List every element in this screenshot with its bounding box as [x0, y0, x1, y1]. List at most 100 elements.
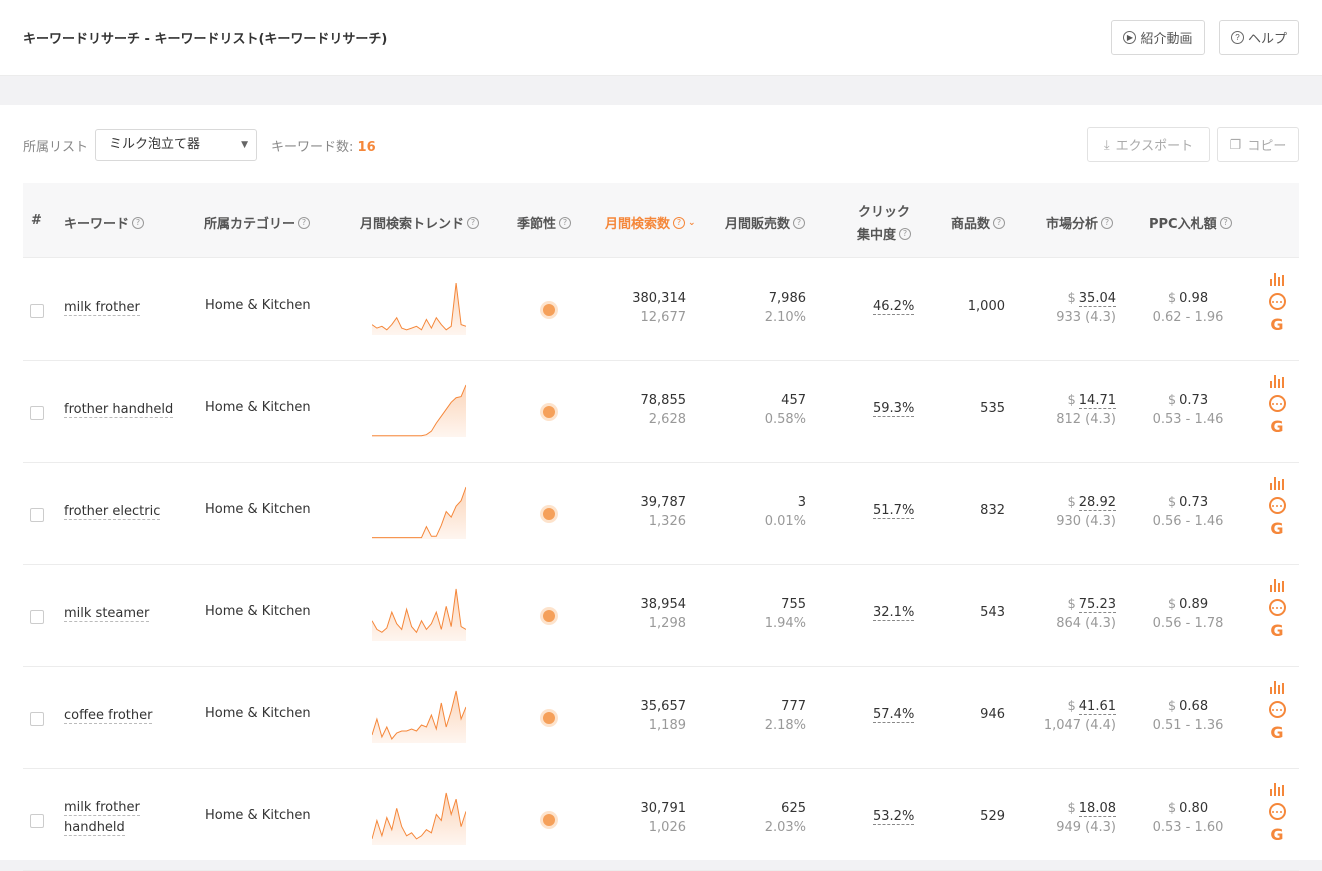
- sparkline-line: [372, 282, 466, 331]
- row-checkbox[interactable]: [30, 304, 44, 318]
- google-icon[interactable]: G: [1270, 419, 1283, 435]
- row-actions: G: [1267, 272, 1287, 333]
- trend-sparkline[interactable]: [372, 483, 466, 539]
- row-checkbox[interactable]: [30, 610, 44, 624]
- col-market[interactable]: 市場分析?: [1046, 213, 1114, 232]
- seasonality-dot: [543, 610, 555, 622]
- category-text: Home & Kitchen: [205, 604, 311, 619]
- trend-sparkline[interactable]: [372, 381, 466, 437]
- seasonality-dot: [543, 712, 555, 724]
- play-icon: ▶: [1123, 31, 1137, 44]
- google-icon[interactable]: G: [1270, 521, 1283, 537]
- table-row: milk frother Home & Kitchen 380,314 12,67…: [23, 259, 1299, 361]
- list-select[interactable]: ミルク泡立て器 ▼: [95, 129, 257, 161]
- google-icon[interactable]: G: [1270, 623, 1283, 639]
- click-concentration[interactable]: 59.3%: [873, 401, 915, 417]
- click-concentration[interactable]: 53.2%: [873, 809, 915, 825]
- click-concentration[interactable]: 51.7%: [873, 503, 915, 519]
- ppc-bid: $0.89 0.56 - 1.78: [1152, 597, 1224, 631]
- search-volume: 39,787 1,326: [640, 495, 687, 529]
- category-text: Home & Kitchen: [205, 706, 311, 721]
- col-products[interactable]: 商品数?: [951, 213, 1006, 232]
- more-icon[interactable]: [1268, 497, 1286, 514]
- col-search-volume[interactable]: 月間検索数? ⌄: [605, 213, 696, 232]
- more-icon[interactable]: [1268, 395, 1286, 412]
- col-sales[interactable]: 月間販売数?: [725, 213, 806, 232]
- row-actions: G: [1267, 578, 1287, 639]
- keyword-link[interactable]: milk steamer: [64, 604, 189, 624]
- page-title: キーワードリサーチ - キーワードリスト(キーワードリサーチ): [23, 32, 388, 47]
- table-row: milk frother handheld Home & Kitchen 30,…: [23, 769, 1299, 871]
- copy-button[interactable]: ❐ コピー: [1217, 127, 1299, 162]
- bar-chart-icon[interactable]: [1270, 374, 1284, 388]
- col-keyword[interactable]: キーワード?: [64, 213, 145, 232]
- click-concentration[interactable]: 57.4%: [873, 707, 915, 723]
- main-panel: 所属リスト ミルク泡立て器 ▼ キーワード数: 16 ⤓ エクスポート ❐ コピ…: [0, 105, 1322, 871]
- row-checkbox[interactable]: [30, 814, 44, 828]
- col-trend[interactable]: 月間検索トレンド?: [360, 213, 480, 232]
- product-count: 832: [980, 503, 1005, 518]
- video-button[interactable]: ▶ 紹介動画: [1111, 20, 1205, 55]
- keyword-link[interactable]: milk frother handheld: [64, 798, 189, 838]
- market-analysis[interactable]: $18.08 949 (4.3): [1043, 799, 1116, 837]
- trend-sparkline[interactable]: [372, 687, 466, 743]
- chevron-down-icon: ▼: [241, 140, 248, 150]
- more-icon[interactable]: [1268, 599, 1286, 616]
- question-icon: ?: [1230, 31, 1244, 44]
- list-label: 所属リスト: [23, 140, 89, 155]
- ppc-bid: $0.98 0.62 - 1.96: [1152, 291, 1224, 325]
- more-icon[interactable]: [1268, 701, 1286, 718]
- row-checkbox[interactable]: [30, 406, 44, 420]
- row-actions: G: [1267, 782, 1287, 843]
- seasonality-dot: [543, 304, 555, 316]
- trend-sparkline[interactable]: [372, 789, 466, 845]
- help-icon: ?: [559, 216, 572, 229]
- col-click-concentration[interactable]: クリック 集中度?: [857, 201, 912, 243]
- keyword-link[interactable]: coffee frother: [64, 706, 189, 726]
- product-count: 1,000: [967, 299, 1005, 314]
- google-icon[interactable]: G: [1270, 725, 1283, 741]
- help-button[interactable]: ? ヘルプ: [1219, 20, 1299, 55]
- row-checkbox[interactable]: [30, 508, 44, 522]
- table-row: coffee frother Home & Kitchen 35,657 1,18…: [23, 667, 1299, 769]
- col-ppc[interactable]: PPC入札額?: [1149, 213, 1232, 232]
- market-analysis[interactable]: $28.92 930 (4.3): [1043, 493, 1116, 531]
- click-concentration[interactable]: 32.1%: [873, 605, 915, 621]
- ppc-bid: $0.80 0.53 - 1.60: [1152, 801, 1224, 835]
- monthly-sales: 777 2.18%: [764, 699, 806, 733]
- bar-chart-icon[interactable]: [1270, 476, 1284, 490]
- keyword-link[interactable]: frother handheld: [64, 400, 189, 420]
- click-concentration[interactable]: 46.2%: [873, 299, 915, 315]
- col-seasonality[interactable]: 季節性?: [517, 213, 572, 232]
- category-text: Home & Kitchen: [205, 400, 311, 415]
- bar-chart-icon[interactable]: [1270, 680, 1284, 694]
- monthly-sales: 457 0.58%: [764, 393, 806, 427]
- monthly-sales: 625 2.03%: [764, 801, 806, 835]
- top-bar: キーワードリサーチ - キーワードリスト(キーワードリサーチ) ▶ 紹介動画 ?…: [0, 0, 1322, 76]
- market-analysis[interactable]: $41.61 1,047 (4.4): [1043, 697, 1116, 735]
- help-icon: ?: [1101, 216, 1114, 229]
- google-icon[interactable]: G: [1270, 827, 1283, 843]
- market-analysis[interactable]: $75.23 864 (4.3): [1043, 595, 1116, 633]
- google-icon[interactable]: G: [1270, 317, 1283, 333]
- trend-sparkline[interactable]: [372, 279, 466, 335]
- more-icon[interactable]: [1268, 293, 1286, 310]
- more-icon[interactable]: [1268, 803, 1286, 820]
- search-volume: 380,314 12,677: [632, 291, 686, 325]
- sparkline-area: [372, 691, 466, 743]
- help-icon: ?: [899, 227, 912, 240]
- export-button[interactable]: ⤓ エクスポート: [1087, 127, 1210, 162]
- row-checkbox[interactable]: [30, 712, 44, 726]
- keyword-link[interactable]: milk frother: [64, 298, 189, 318]
- row-actions: G: [1267, 476, 1287, 537]
- keyword-link[interactable]: frother electric: [64, 502, 189, 522]
- bar-chart-icon[interactable]: [1270, 578, 1284, 592]
- market-analysis[interactable]: $14.71 812 (4.3): [1043, 391, 1116, 429]
- download-icon: ⤓: [1103, 136, 1110, 152]
- category-text: Home & Kitchen: [205, 298, 311, 313]
- trend-sparkline[interactable]: [372, 585, 466, 641]
- bar-chart-icon[interactable]: [1270, 272, 1284, 286]
- market-analysis[interactable]: $35.04 933 (4.3): [1043, 289, 1116, 327]
- bar-chart-icon[interactable]: [1270, 782, 1284, 796]
- col-category[interactable]: 所属カテゴリー?: [204, 213, 311, 232]
